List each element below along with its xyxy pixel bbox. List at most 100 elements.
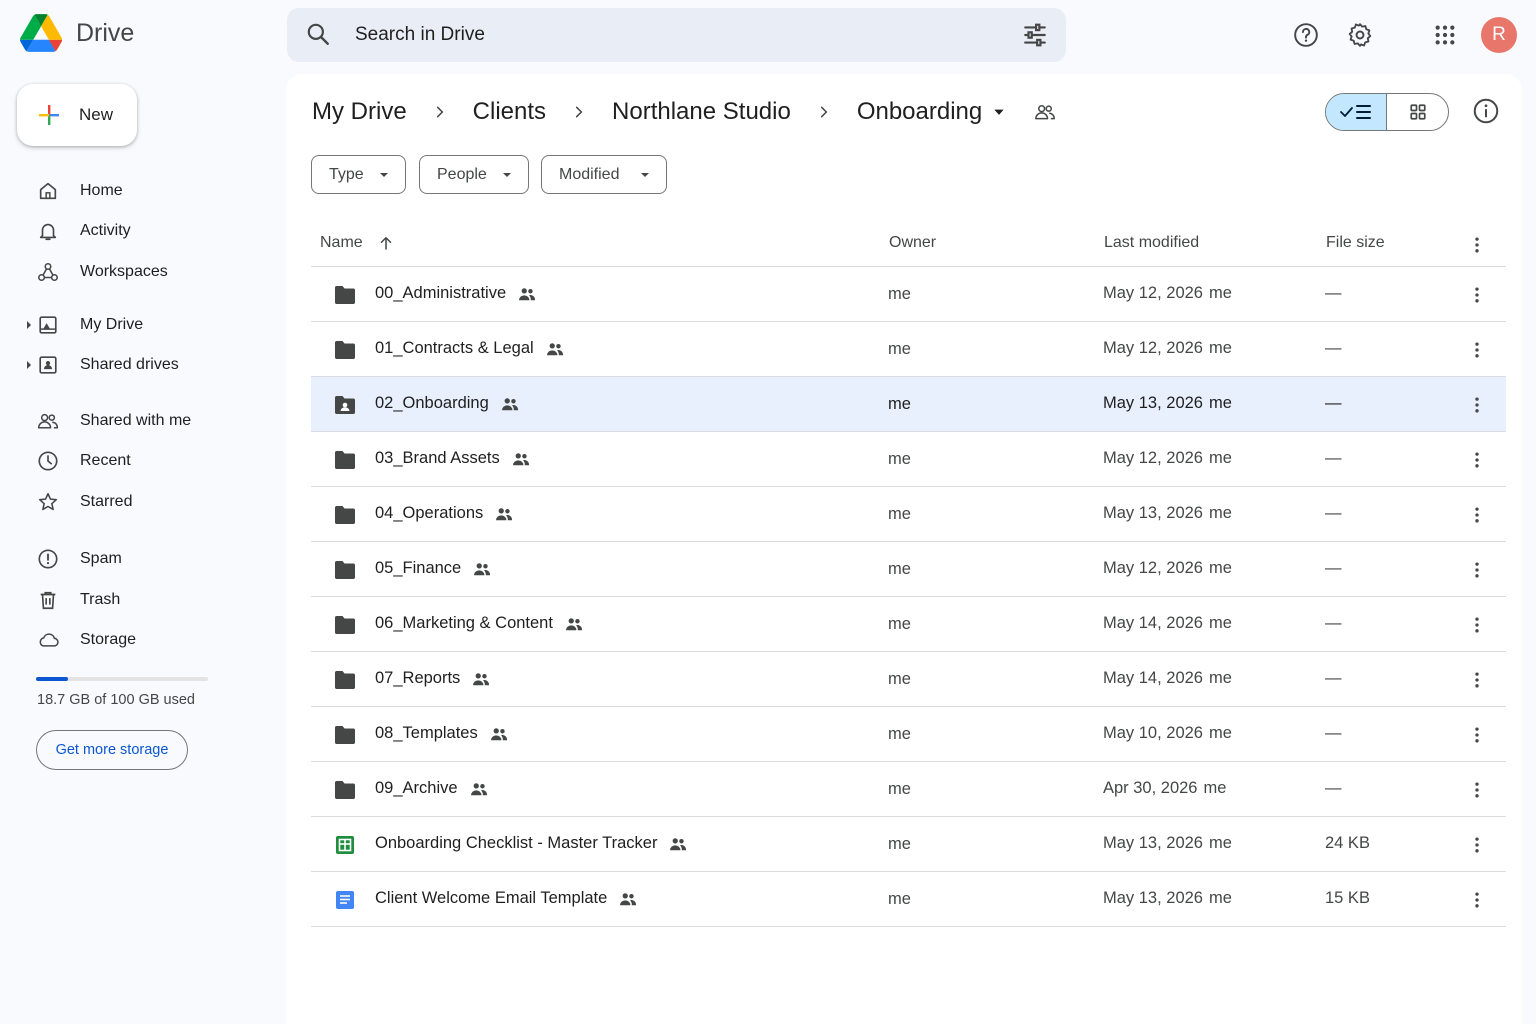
table-row[interactable]: 04_Operations me May 13, 2026 me — bbox=[311, 487, 1506, 542]
owner-cell: me bbox=[888, 560, 911, 578]
search-options-icon[interactable] bbox=[1022, 22, 1048, 48]
more-actions-icon[interactable] bbox=[1467, 778, 1487, 802]
sidebar-item-label: My Drive bbox=[80, 316, 144, 333]
type-filter-chip[interactable]: Type bbox=[311, 155, 406, 194]
more-actions-icon[interactable] bbox=[1467, 283, 1487, 307]
more-actions-icon[interactable] bbox=[1467, 338, 1487, 362]
get-more-storage-button[interactable]: Get more storage bbox=[36, 730, 188, 770]
modified-filter-chip[interactable]: Modified bbox=[541, 155, 667, 194]
sidebar-item-my-drive[interactable]: My Drive bbox=[20, 307, 260, 343]
shared-people-icon bbox=[495, 506, 513, 522]
table-row[interactable]: 01_Contracts & Legal me May 12, 2026 me — bbox=[311, 322, 1506, 377]
owner-cell: me bbox=[888, 725, 911, 743]
table-row[interactable]: 05_Finance me May 12, 2026 me — bbox=[311, 542, 1506, 597]
sidebar-item-home[interactable]: Home bbox=[20, 173, 260, 209]
column-label: Name bbox=[320, 234, 363, 251]
list-view-button[interactable] bbox=[1326, 94, 1388, 130]
file-name: 01_Contracts & Legal bbox=[375, 339, 534, 357]
chevron-right-icon bbox=[791, 105, 857, 119]
file-name: 00_Administrative bbox=[375, 284, 507, 302]
sidebar-item-trash[interactable]: Trash bbox=[20, 582, 260, 618]
settings-gear-icon[interactable] bbox=[1342, 17, 1378, 53]
sidebar-item-activity[interactable]: Activity bbox=[20, 213, 260, 249]
more-actions-icon[interactable] bbox=[1467, 558, 1487, 582]
shared-people-icon bbox=[669, 836, 687, 852]
sidebar-item-label: Home bbox=[80, 182, 123, 199]
more-actions-icon[interactable] bbox=[1467, 393, 1487, 417]
modified-by: me bbox=[1208, 394, 1232, 412]
breadcrumb-clients[interactable]: Clients bbox=[473, 98, 546, 126]
table-row[interactable]: 07_Reports me May 14, 2026 me — bbox=[311, 652, 1506, 707]
owner-cell: me bbox=[888, 890, 911, 908]
more-actions-icon[interactable] bbox=[1467, 668, 1487, 692]
apps-grid-icon[interactable] bbox=[1427, 17, 1463, 53]
table-row[interactable]: 03_Brand Assets me May 12, 2026 me — bbox=[311, 432, 1506, 487]
table-row[interactable]: 02_Onboarding me May 13, 2026 me — bbox=[311, 377, 1506, 432]
last-modified-cell: May 14, 2026 me bbox=[1103, 614, 1232, 633]
table-row[interactable]: Onboarding Checklist - Master Tracker me M… bbox=[311, 817, 1506, 872]
shared-people-icon[interactable] bbox=[1034, 102, 1056, 122]
more-actions-icon[interactable] bbox=[1467, 613, 1487, 637]
people-icon bbox=[37, 410, 59, 432]
search-icon[interactable] bbox=[305, 21, 331, 47]
last-modified-cell: May 12, 2026 me bbox=[1103, 559, 1232, 578]
file-size-cell: — bbox=[1325, 339, 1342, 357]
search-bar[interactable] bbox=[287, 8, 1066, 62]
folder-icon bbox=[333, 284, 357, 306]
drive-logo[interactable]: Drive bbox=[20, 14, 134, 52]
table-row[interactable]: 06_Marketing & Content me May 14, 2026 me — bbox=[311, 597, 1506, 652]
new-button[interactable]: New bbox=[17, 84, 137, 146]
table-row[interactable]: 09_Archive me Apr 30, 2026 me — bbox=[311, 762, 1506, 817]
breadcrumb-northlane-studio[interactable]: Northlane Studio bbox=[612, 98, 791, 126]
breadcrumb: My Drive Clients Northlane Studio Onboar… bbox=[312, 94, 1056, 130]
help-icon[interactable] bbox=[1288, 17, 1324, 53]
expand-caret-icon[interactable] bbox=[27, 361, 31, 369]
column-options-icon[interactable] bbox=[1467, 235, 1487, 260]
search-input[interactable] bbox=[355, 8, 975, 62]
plus-icon bbox=[39, 105, 59, 125]
more-actions-icon[interactable] bbox=[1467, 723, 1487, 747]
table-row[interactable]: Client Welcome Email Template me May 13, 2… bbox=[311, 872, 1506, 927]
sidebar-item-spam[interactable]: Spam bbox=[20, 541, 260, 577]
table-row[interactable]: 08_Templates me May 10, 2026 me — bbox=[311, 707, 1506, 762]
sidebar-item-recent[interactable]: Recent bbox=[20, 443, 260, 479]
name-column-header[interactable]: Name bbox=[320, 234, 395, 252]
sidebar-item-shared-with-me[interactable]: Shared with me bbox=[20, 403, 260, 439]
sidebar-item-workspaces[interactable]: Workspaces bbox=[20, 254, 260, 290]
account-avatar[interactable]: R bbox=[1481, 17, 1517, 53]
shared-drives-icon bbox=[37, 354, 59, 376]
info-icon[interactable] bbox=[1471, 96, 1501, 126]
sidebar-item-label: Starred bbox=[80, 493, 133, 510]
sidebar-item-label: Workspaces bbox=[80, 263, 168, 280]
table-row[interactable]: 00_Administrative me May 12, 2026 me — bbox=[311, 267, 1506, 322]
modified-date: May 14, 2026 bbox=[1103, 614, 1203, 632]
check-list-icon bbox=[1340, 105, 1371, 119]
owner-cell: me bbox=[888, 450, 911, 468]
file-name: 02_Onboarding bbox=[375, 394, 489, 412]
sidebar-item-starred[interactable]: Starred bbox=[20, 484, 260, 520]
people-filter-chip[interactable]: People bbox=[419, 155, 529, 194]
modified-by: me bbox=[1208, 284, 1232, 302]
sort-ascending-icon[interactable] bbox=[377, 234, 395, 252]
chip-label: Modified bbox=[559, 165, 620, 183]
sidebar-item-storage[interactable]: Storage bbox=[20, 622, 260, 658]
modified-by: me bbox=[1208, 559, 1232, 577]
shared-folder-icon bbox=[333, 394, 357, 416]
expand-caret-icon[interactable] bbox=[27, 321, 31, 329]
more-actions-icon[interactable] bbox=[1467, 833, 1487, 857]
breadcrumb-current-folder[interactable]: Onboarding bbox=[857, 98, 1056, 126]
owner-cell: me bbox=[888, 615, 911, 633]
modified-by: me bbox=[1208, 834, 1232, 852]
breadcrumb-my-drive[interactable]: My Drive bbox=[312, 98, 407, 126]
last-modified-column-header[interactable]: Last modified bbox=[1104, 234, 1199, 252]
sidebar-item-shared-drives[interactable]: Shared drives bbox=[20, 347, 260, 383]
home-icon bbox=[37, 180, 59, 202]
more-actions-icon[interactable] bbox=[1467, 888, 1487, 912]
grid-view-button[interactable] bbox=[1387, 94, 1448, 130]
file-size-cell: — bbox=[1325, 394, 1342, 412]
owner-column-header[interactable]: Owner bbox=[889, 234, 936, 252]
file-size-cell: — bbox=[1325, 669, 1342, 687]
more-actions-icon[interactable] bbox=[1467, 448, 1487, 472]
file-size-column-header[interactable]: File size bbox=[1326, 234, 1385, 252]
more-actions-icon[interactable] bbox=[1467, 503, 1487, 527]
